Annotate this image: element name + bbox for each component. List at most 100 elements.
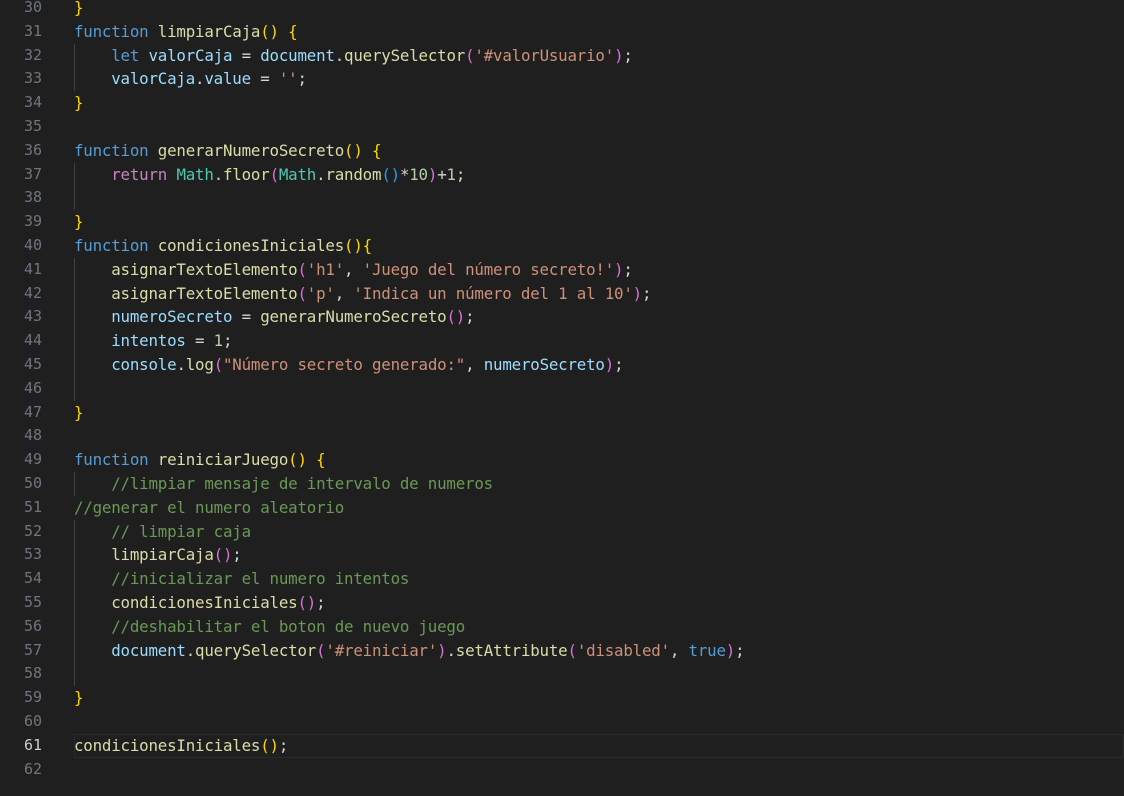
code-area[interactable]: //deshabilitar el boton de nuevo juego	[74, 614, 1124, 639]
code-line[interactable]: 36 function generarNumeroSecreto() {	[0, 139, 1124, 163]
code-area[interactable]: function reiniciarJuego() {	[74, 448, 1124, 472]
code-token: //generar el numero aleatorio	[74, 497, 345, 517]
code-line[interactable]: 38	[0, 186, 1124, 211]
code-token: {	[362, 235, 373, 255]
code-text: //deshabilitar el boton de nuevo juego	[74, 615, 465, 639]
line-number: 48	[23, 426, 42, 445]
code-line[interactable]: 60	[0, 710, 1124, 734]
code-line[interactable]: 59}	[0, 686, 1124, 710]
code-area[interactable]: }	[74, 686, 1124, 710]
code-token: .	[185, 640, 196, 660]
code-token: log	[185, 354, 214, 374]
code-token: .	[176, 354, 186, 374]
code-area[interactable]: }	[74, 401, 1124, 425]
code-line[interactable]: 49 function reiniciarJuego() {	[0, 448, 1124, 472]
code-area[interactable]	[74, 115, 1124, 139]
code-line[interactable]: 41 asignarTextoElemento('h1', 'Juego del…	[0, 257, 1124, 282]
code-token: generarNumeroSecreto	[260, 307, 447, 327]
code-area[interactable]: function limpiarCaja() {	[74, 20, 1124, 44]
code-area[interactable]: }	[74, 91, 1124, 115]
code-line[interactable]: 58	[0, 662, 1124, 687]
code-token: .	[446, 640, 456, 660]
code-line[interactable]: 32 let valorCaja = document.querySelecto…	[0, 43, 1124, 68]
code-area[interactable]: intentos = 1;	[74, 329, 1124, 353]
code-area[interactable]: asignarTextoElemento('p', 'Indica un núm…	[74, 281, 1124, 306]
code-line[interactable]: 55 condicionesIniciales();	[0, 590, 1124, 615]
code-area[interactable]: limpiarCaja();	[74, 543, 1124, 568]
code-line[interactable]: 54 //inicializar el numero intentos	[0, 567, 1124, 591]
code-area[interactable]: // limpiar caja	[74, 519, 1124, 544]
line-number: 54	[23, 569, 42, 588]
code-line[interactable]: 62	[0, 758, 1124, 782]
code-area[interactable]	[74, 424, 1124, 448]
code-editor[interactable]: 30} 31 function limpiarCaja() {32 let valo…	[0, 0, 1124, 796]
code-line[interactable]: 30}	[0, 0, 1124, 20]
code-area[interactable]	[74, 758, 1124, 782]
code-token: condicionesIniciales	[74, 735, 261, 755]
code-area[interactable]	[74, 376, 1124, 401]
code-token: .	[334, 45, 345, 65]
code-area[interactable]: function condicionesIniciales(){	[74, 234, 1124, 258]
code-line[interactable]: 52 // limpiar caja	[0, 519, 1124, 544]
code-area[interactable]	[74, 710, 1124, 734]
code-line[interactable]: 57 document.querySelector('#reiniciar').…	[0, 638, 1124, 663]
code-line[interactable]: 43 numeroSecreto = generarNumeroSecreto(…	[0, 305, 1124, 330]
code-line[interactable]: 46	[0, 376, 1124, 401]
indent-guide	[74, 376, 75, 401]
code-line[interactable]: 34}	[0, 91, 1124, 115]
code-line[interactable]: 39}	[0, 210, 1124, 234]
line-number: 56	[23, 616, 42, 635]
code-area[interactable]: let valorCaja = document.querySelector('…	[74, 43, 1124, 68]
code-area[interactable]: //generar el numero aleatorio	[74, 496, 1124, 520]
code-line[interactable]: 50 //limpiar mensaje de intervalo de num…	[0, 471, 1124, 496]
code-area[interactable]	[74, 186, 1124, 211]
code-token: '#valorUsuario'	[474, 45, 615, 65]
code-area[interactable]: //limpiar mensaje de intervalo de numero…	[74, 471, 1124, 496]
code-area[interactable]: numeroSecreto = generarNumeroSecreto();	[74, 305, 1124, 330]
code-area[interactable]: }	[74, 210, 1124, 234]
code-token: ()	[344, 140, 363, 160]
code-text: condicionesIniciales();	[74, 591, 325, 615]
code-line[interactable]: 51 //generar el numero aleatorio	[0, 496, 1124, 520]
code-area[interactable]: condicionesIniciales();	[74, 590, 1124, 615]
line-number: 49	[23, 450, 42, 469]
code-area[interactable]: }	[74, 0, 1124, 20]
code-line[interactable]: 56 //deshabilitar el boton de nuevo jueg…	[0, 614, 1124, 639]
code-area[interactable]: document.querySelector('#reiniciar').set…	[74, 638, 1124, 663]
code-token: )	[427, 164, 438, 184]
code-line[interactable]: 35	[0, 115, 1124, 139]
code-area[interactable]: console.log("Número secreto generado:", …	[74, 352, 1124, 377]
code-token: ()	[446, 307, 466, 327]
code-token: limpiarCaja	[157, 21, 261, 41]
code-line[interactable]: 45 console.log("Número secreto generado:…	[0, 352, 1124, 377]
code-line[interactable]: 44 intentos = 1;	[0, 329, 1124, 353]
code-area[interactable]: condicionesIniciales();	[74, 733, 1124, 758]
code-line[interactable]: 53 limpiarCaja();	[0, 543, 1124, 568]
code-area[interactable]: valorCaja.value = '';	[74, 67, 1124, 92]
code-line[interactable]: 47}	[0, 401, 1124, 425]
code-line[interactable]: 42 asignarTextoElemento('p', 'Indica un …	[0, 281, 1124, 306]
code-token: return	[111, 164, 168, 184]
code-text: //generar el numero aleatorio	[74, 496, 344, 520]
code-area[interactable]: function generarNumeroSecreto() {	[74, 139, 1124, 163]
code-token: document	[111, 640, 186, 660]
code-area[interactable]: return Math.floor(Math.random()*10)+1;	[74, 162, 1124, 187]
code-line[interactable]: 40 function condicionesIniciales(){	[0, 234, 1124, 258]
code-line[interactable]: 33 valorCaja.value = '';	[0, 67, 1124, 92]
code-line[interactable]: 61 condicionesIniciales();	[0, 733, 1124, 758]
code-area[interactable]: //inicializar el numero intentos	[74, 567, 1124, 591]
code-token: ;	[641, 283, 652, 303]
code-area[interactable]: asignarTextoElemento('h1', 'Juego del nú…	[74, 257, 1124, 282]
line-number: 30	[23, 0, 42, 16]
code-line[interactable]: 31 function limpiarCaja() {	[0, 20, 1124, 44]
code-token: true	[688, 640, 726, 660]
code-line[interactable]: 37 return Math.floor(Math.random()*10)+1…	[0, 162, 1124, 187]
code-text: //inicializar el numero intentos	[74, 567, 409, 591]
code-area[interactable]	[74, 662, 1124, 687]
code-line[interactable]: 48	[0, 424, 1124, 448]
line-number: 52	[23, 521, 42, 540]
